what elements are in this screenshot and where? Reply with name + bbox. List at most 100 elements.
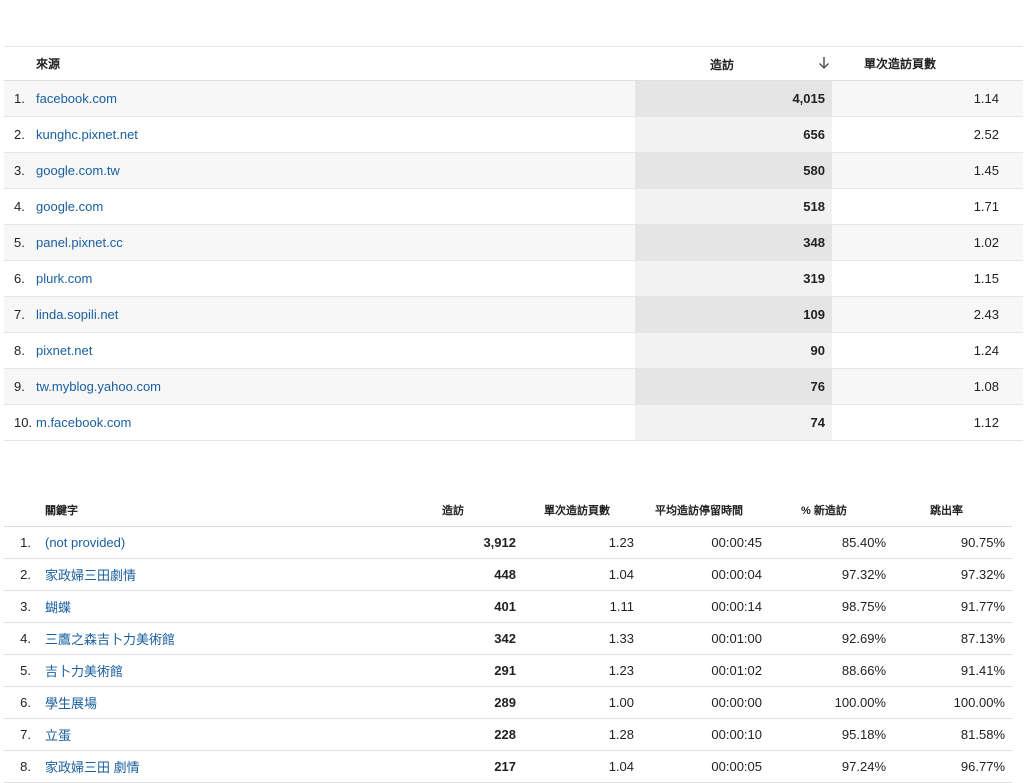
new-visits-cell: 92.69% xyxy=(769,622,893,655)
visits-cell: 228 xyxy=(397,718,523,751)
new-visits-header[interactable]: % 新造訪 xyxy=(769,494,893,527)
source-link[interactable]: tw.myblog.yahoo.com xyxy=(36,379,161,394)
visits-cell: 3,912 xyxy=(397,526,523,559)
source-cell: linda.sopili.net xyxy=(36,296,635,333)
visits-cell: 90 xyxy=(635,332,832,369)
bounce-rate-cell: 90.75% xyxy=(893,526,1012,559)
new-visits-cell: 85.40% xyxy=(769,526,893,559)
source-link[interactable]: pixnet.net xyxy=(36,343,92,358)
source-link[interactable]: plurk.com xyxy=(36,271,92,286)
visits-cell: 448 xyxy=(397,558,523,591)
row-rank: 3. xyxy=(4,590,45,623)
table-row: 6. 學生展場 289 1.00 00:00:00 100.00% 100.00% xyxy=(4,686,1012,719)
keyword-link[interactable]: 家政婦三田劇情 xyxy=(45,568,136,583)
pages-per-visit-cell: 1.33 xyxy=(523,622,641,655)
visits-cell: 291 xyxy=(397,654,523,687)
pages-per-visit-cell: 1.23 xyxy=(523,654,641,687)
rank-header xyxy=(4,494,45,527)
source-cell: google.com.tw xyxy=(36,152,635,189)
row-rank: 7. xyxy=(4,296,36,333)
source-link[interactable]: m.facebook.com xyxy=(36,415,131,430)
keyword-link[interactable]: 學生展場 xyxy=(45,696,97,711)
source-cell: plurk.com xyxy=(36,260,635,297)
row-rank: 1. xyxy=(4,80,36,117)
avg-duration-cell: 00:00:14 xyxy=(641,590,769,623)
row-rank: 10. xyxy=(4,404,36,441)
arrow-down-icon[interactable] xyxy=(816,55,832,71)
avg-duration-cell: 00:00:04 xyxy=(641,558,769,591)
keyword-cell: 蝴蝶 xyxy=(45,590,397,623)
bounce-rate-cell: 100.00% xyxy=(893,686,1012,719)
new-visits-cell: 88.66% xyxy=(769,654,893,687)
source-link[interactable]: panel.pixnet.cc xyxy=(36,235,123,250)
keyword-cell: 家政婦三田 劇情 xyxy=(45,750,397,783)
visits-cell: 109 xyxy=(635,296,832,333)
source-cell: google.com xyxy=(36,188,635,225)
pages-per-visit-cell: 1.12 xyxy=(832,404,1023,441)
pages-per-visit-header[interactable]: 單次造訪頁數 xyxy=(832,46,1023,81)
keyword-table: 關鍵字 造訪 單次造訪頁數 平均造訪停留時間 % 新造訪 跳出率 1. (not … xyxy=(4,494,1012,783)
source-link[interactable]: google.com xyxy=(36,199,103,214)
source-cell: pixnet.net xyxy=(36,332,635,369)
pages-per-visit-cell: 1.45 xyxy=(832,152,1023,189)
table-row: 6. plurk.com 319 1.15 xyxy=(4,260,1023,297)
row-rank: 6. xyxy=(4,686,45,719)
source-link[interactable]: google.com.tw xyxy=(36,163,120,178)
keyword-link[interactable]: (not provided) xyxy=(45,535,125,550)
table-row: 8. pixnet.net 90 1.24 xyxy=(4,332,1023,369)
table-row: 1. facebook.com 4,015 1.14 xyxy=(4,80,1023,117)
pages-per-visit-cell: 1.24 xyxy=(832,332,1023,369)
avg-duration-cell: 00:00:00 xyxy=(641,686,769,719)
source-link[interactable]: kunghc.pixnet.net xyxy=(36,127,138,142)
keyword-cell: 三鷹之森吉卜力美術館 xyxy=(45,622,397,655)
keyword-link[interactable]: 三鷹之森吉卜力美術館 xyxy=(45,632,175,647)
visits-cell: 348 xyxy=(635,224,832,261)
row-rank: 3. xyxy=(4,152,36,189)
referral-header-row: 來源 造訪 單次造訪頁數 xyxy=(4,46,1023,81)
table-row: 7. 立蛋 228 1.28 00:00:10 95.18% 81.58% xyxy=(4,718,1012,751)
visits-header[interactable]: 造訪 xyxy=(397,494,523,527)
keyword-link[interactable]: 吉卜力美術館 xyxy=(45,664,123,679)
table-row: 1. (not provided) 3,912 1.23 00:00:45 85.40% 9… xyxy=(4,526,1012,559)
table-row: 5. panel.pixnet.cc 348 1.02 xyxy=(4,224,1023,261)
bounce-rate-header[interactable]: 跳出率 xyxy=(893,494,1012,527)
avg-duration-cell: 00:00:05 xyxy=(641,750,769,783)
table-row: 10. m.facebook.com 74 1.12 xyxy=(4,404,1023,441)
table-row: 7. linda.sopili.net 109 2.43 xyxy=(4,296,1023,333)
visits-cell: 656 xyxy=(635,116,832,153)
keyword-cell: 學生展場 xyxy=(45,686,397,719)
source-cell: tw.myblog.yahoo.com xyxy=(36,368,635,405)
visits-header-label: 造訪 xyxy=(710,58,735,72)
pages-per-visit-cell: 1.23 xyxy=(523,526,641,559)
new-visits-cell: 97.24% xyxy=(769,750,893,783)
table-row: 2. 家政婦三田劇情 448 1.04 00:00:04 97.32% 97.32% xyxy=(4,558,1012,591)
visits-header[interactable]: 造訪 xyxy=(635,46,832,81)
keyword-link[interactable]: 蝴蝶 xyxy=(45,600,71,615)
visits-cell: 518 xyxy=(635,188,832,225)
new-visits-cell: 95.18% xyxy=(769,718,893,751)
avg-duration-header[interactable]: 平均造訪停留時間 xyxy=(641,494,769,527)
bounce-rate-cell: 87.13% xyxy=(893,622,1012,655)
keyword-cell: (not provided) xyxy=(45,526,397,559)
source-link[interactable]: linda.sopili.net xyxy=(36,307,118,322)
keyword-header[interactable]: 關鍵字 xyxy=(45,494,397,527)
source-header[interactable]: 來源 xyxy=(36,46,635,81)
table-row: 4. google.com 518 1.71 xyxy=(4,188,1023,225)
keyword-link[interactable]: 家政婦三田 劇情 xyxy=(45,760,140,775)
visits-cell: 74 xyxy=(635,404,832,441)
pages-per-visit-cell: 1.02 xyxy=(832,224,1023,261)
table-row: 8. 家政婦三田 劇情 217 1.04 00:00:05 97.24% 96.77% xyxy=(4,750,1012,783)
bounce-rate-cell: 91.77% xyxy=(893,590,1012,623)
pages-per-visit-cell: 2.52 xyxy=(832,116,1023,153)
bounce-rate-cell: 91.41% xyxy=(893,654,1012,687)
source-link[interactable]: facebook.com xyxy=(36,91,117,106)
visits-cell: 319 xyxy=(635,260,832,297)
visits-cell: 580 xyxy=(635,152,832,189)
pages-per-visit-header[interactable]: 單次造訪頁數 xyxy=(523,494,641,527)
row-rank: 2. xyxy=(4,558,45,591)
keyword-cell: 立蛋 xyxy=(45,718,397,751)
avg-duration-cell: 00:00:10 xyxy=(641,718,769,751)
row-rank: 6. xyxy=(4,260,36,297)
keyword-link[interactable]: 立蛋 xyxy=(45,728,71,743)
table-row: 2. kunghc.pixnet.net 656 2.52 xyxy=(4,116,1023,153)
